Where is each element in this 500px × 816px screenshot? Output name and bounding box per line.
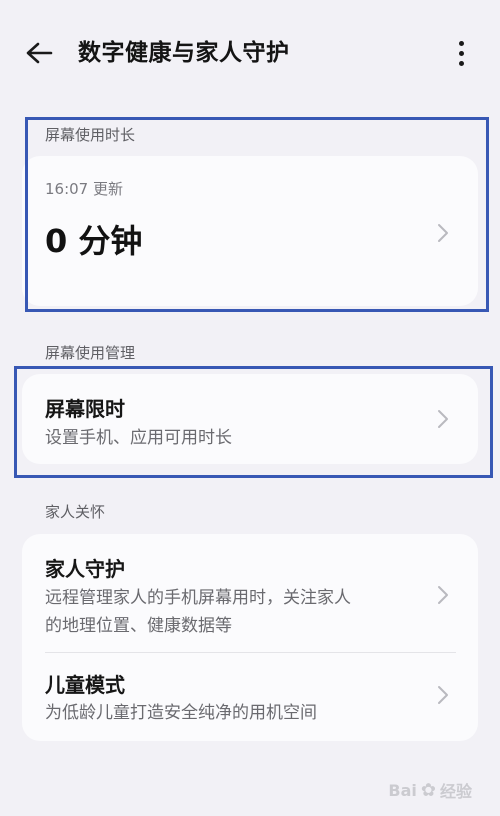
chevron-right-icon [438, 410, 448, 428]
kids-mode-title: 儿童模式 [45, 673, 125, 697]
watermark-logo: Bai ✿ 经验 [388, 778, 472, 802]
chevron-right-icon [438, 686, 448, 704]
screen-time-value: 0 分钟 [45, 222, 143, 260]
screen-time-card[interactable]: 16:07 更新 0 分钟 [22, 156, 478, 306]
chevron-right-icon [438, 586, 448, 604]
paw-icon: ✿ [420, 779, 436, 801]
more-options-button[interactable] [446, 36, 476, 70]
family-guard-subtitle-line2: 的地理位置、健康数据等 [45, 616, 232, 636]
section-label-screen-management: 屏幕使用管理 [45, 344, 136, 362]
back-button[interactable] [22, 36, 56, 70]
section-label-screen-time: 屏幕使用时长 [45, 126, 136, 144]
screen-limit-title: 屏幕限时 [45, 397, 125, 421]
arrow-left-icon [26, 42, 53, 64]
family-care-card: 家人守护 远程管理家人的手机屏幕用时，关注家人 的地理位置、健康数据等 儿童模式… [22, 534, 478, 741]
watermark-text-2: 经验 [439, 782, 472, 801]
chevron-right-icon [438, 224, 448, 242]
family-guard-item[interactable]: 家人守护 远程管理家人的手机屏幕用时，关注家人 的地理位置、健康数据等 [22, 534, 478, 652]
family-guard-title: 家人守护 [45, 557, 125, 581]
updated-time: 16:07 更新 [45, 180, 123, 198]
app-header: 数字健康与家人守护 [0, 22, 500, 86]
watermark-text: Bai [388, 780, 417, 800]
kids-mode-subtitle: 为低龄儿童打造安全纯净的用机空间 [45, 703, 317, 723]
screen-limit-subtitle: 设置手机、应用可用时长 [45, 428, 232, 448]
page: 数字健康与家人守护 屏幕使用时长 16:07 更新 0 分钟 屏幕使用管理 屏幕… [0, 0, 500, 816]
family-guard-subtitle-line1: 远程管理家人的手机屏幕用时，关注家人 [45, 588, 351, 608]
more-vertical-icon [458, 40, 464, 46]
section-label-family-care: 家人关怀 [45, 503, 106, 521]
page-title: 数字健康与家人守护 [78, 40, 290, 66]
screen-limit-card[interactable]: 屏幕限时 设置手机、应用可用时长 [22, 374, 478, 464]
kids-mode-item[interactable]: 儿童模式 为低龄儿童打造安全纯净的用机空间 [22, 653, 478, 741]
